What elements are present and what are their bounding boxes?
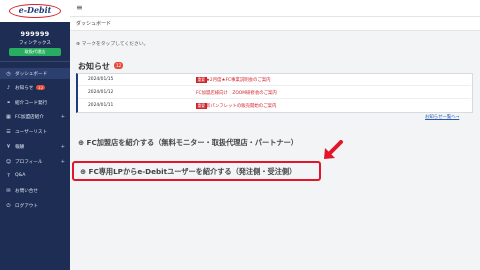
news-count-badge: 12 xyxy=(36,85,46,90)
sidebar-item-profile[interactable]: ☺ プロフィール + xyxy=(0,156,70,167)
news-list-link[interactable]: お知らせ一覧へ→ xyxy=(425,114,459,120)
sidebar-item-label: ユーザーリスト xyxy=(15,129,48,135)
plus-circle-icon: ⊕ xyxy=(78,138,85,147)
breadcrumb: ダッシュボード xyxy=(76,21,112,27)
hint-text: ⊕ マークをタップしてください。 xyxy=(76,40,148,47)
top-bar: ≡ xyxy=(70,0,480,17)
news-list: 2024/01/15 重要 ★2月度★FC事業説明会のご案内 2024/01/1… xyxy=(76,73,473,113)
yen-icon: ¥ xyxy=(6,143,11,150)
role-badge: 取扱代理店 xyxy=(9,48,61,56)
news-headline[interactable]: 新パンフレットの販売開始のご案内 xyxy=(206,103,276,109)
user-id: 999999 xyxy=(20,30,50,38)
hamburger-menu-icon[interactable]: ≡ xyxy=(76,3,83,12)
speedometer-icon: ◷ xyxy=(6,70,11,77)
important-tag: 重要 xyxy=(196,77,207,83)
sidebar-item-referral-code[interactable]: ⚭ 紹介コード発行 xyxy=(0,97,70,108)
breadcrumb-bar: ダッシュボード xyxy=(70,17,480,31)
important-tag: 重要 xyxy=(196,103,207,109)
logo-area: e-Debit xyxy=(0,0,70,22)
sidebar-item-logout[interactable]: ⏻ ログアウト xyxy=(0,200,70,211)
sidebar-item-dashboard[interactable]: ◷ ダッシュボード xyxy=(0,68,70,79)
sidebar-item-label: ログアウト xyxy=(15,203,38,209)
news-item[interactable]: 2024/01/11 重要 新パンフレットの販売開始のご案内 xyxy=(78,100,471,112)
hint-label: マークをタップしてください。 xyxy=(81,42,149,47)
news-date: 2024/01/12 xyxy=(88,90,114,95)
link-icon: ⚭ xyxy=(6,99,11,106)
fc-intro-label: FC加盟店を紹介する（無料モニター・取扱代理店・パートナー） xyxy=(86,138,298,147)
expand-icon[interactable]: + xyxy=(61,144,65,150)
person-icon: ☺ xyxy=(5,158,12,165)
sidebar-item-label: 報酬 xyxy=(15,144,25,150)
sidebar-item-label: お知らせ xyxy=(15,85,34,91)
news-item[interactable]: 2024/01/12 FC加盟店様向け ZOOM研修会のご案内 xyxy=(78,87,471,99)
news-headline[interactable]: FC加盟店様向け ZOOM研修会のご案内 xyxy=(196,90,277,96)
fc-intro-link[interactable]: ⊕ FC加盟店を紹介する（無料モニター・取扱代理店・パートナー） xyxy=(78,138,298,148)
lp-user-intro-highlight[interactable]: ⊕ FC専用LPからe-Debitユーザーを紹介する（発注側・受注側） xyxy=(72,161,321,181)
sidebar-item-label: プロフィール xyxy=(15,159,43,165)
lp-user-intro-label: FC専用LPからe-Debitユーザーを紹介する（発注側・受注側） xyxy=(88,167,297,176)
mail-icon: ✉ xyxy=(6,187,11,194)
plus-circle-icon: ⊕ xyxy=(80,167,87,176)
bell-icon: ♪ xyxy=(6,84,11,91)
question-icon: ? xyxy=(7,172,10,179)
news-title: お知らせ xyxy=(78,62,110,71)
news-count-badge: 12 xyxy=(114,62,124,69)
logout-icon: ⏻ xyxy=(6,202,11,209)
news-item[interactable]: 2024/01/15 重要 ★2月度★FC事業説明会のご案内 xyxy=(78,74,471,86)
sidebar-item-user-list[interactable]: ☰ ユーザーリスト xyxy=(0,126,70,137)
lp-user-intro-link[interactable]: ⊕ FC専用LPからe-Debitユーザーを紹介する（発注側・受注側） xyxy=(80,167,296,177)
sidebar-item-contact[interactable]: ✉ お問い合せ xyxy=(0,185,70,196)
store-icon: ▦ xyxy=(6,113,11,120)
news-headline[interactable]: ★2月度★FC事業説明会のご案内 xyxy=(206,77,271,83)
sidebar-item-label: Q&A xyxy=(15,173,26,178)
sidebar-divider xyxy=(0,61,70,62)
plus-circle-icon: ⊕ xyxy=(76,42,81,47)
sidebar-item-label: お問い合せ xyxy=(15,188,38,194)
sidebar-item-label: 紹介コード発行 xyxy=(15,100,48,106)
expand-icon[interactable]: + xyxy=(61,159,65,165)
user-company: フィンテックス xyxy=(19,41,51,46)
sidebar-item-label: FC加盟店紹介 xyxy=(15,114,44,120)
news-date: 2024/01/11 xyxy=(88,103,114,108)
sidebar-item-label: ダッシュボード xyxy=(15,71,48,77)
sidebar-item-fc-intro[interactable]: ▦ FC加盟店紹介 + xyxy=(0,111,70,122)
sidebar-item-rewards[interactable]: ¥ 報酬 + xyxy=(0,141,70,152)
news-date: 2024/01/15 xyxy=(88,77,114,82)
logo[interactable]: e-Debit xyxy=(9,4,61,18)
sidebar-item-qa[interactable]: ? Q&A xyxy=(0,170,70,181)
expand-icon[interactable]: + xyxy=(61,114,65,120)
sidebar: e-Debit 999999 フィンテックス 取扱代理店 ◷ ダッシュボード ♪… xyxy=(0,0,70,270)
list-icon: ☰ xyxy=(6,128,11,135)
sidebar-item-news[interactable]: ♪ お知らせ 12 xyxy=(0,82,70,93)
red-arrow-icon xyxy=(324,140,343,159)
